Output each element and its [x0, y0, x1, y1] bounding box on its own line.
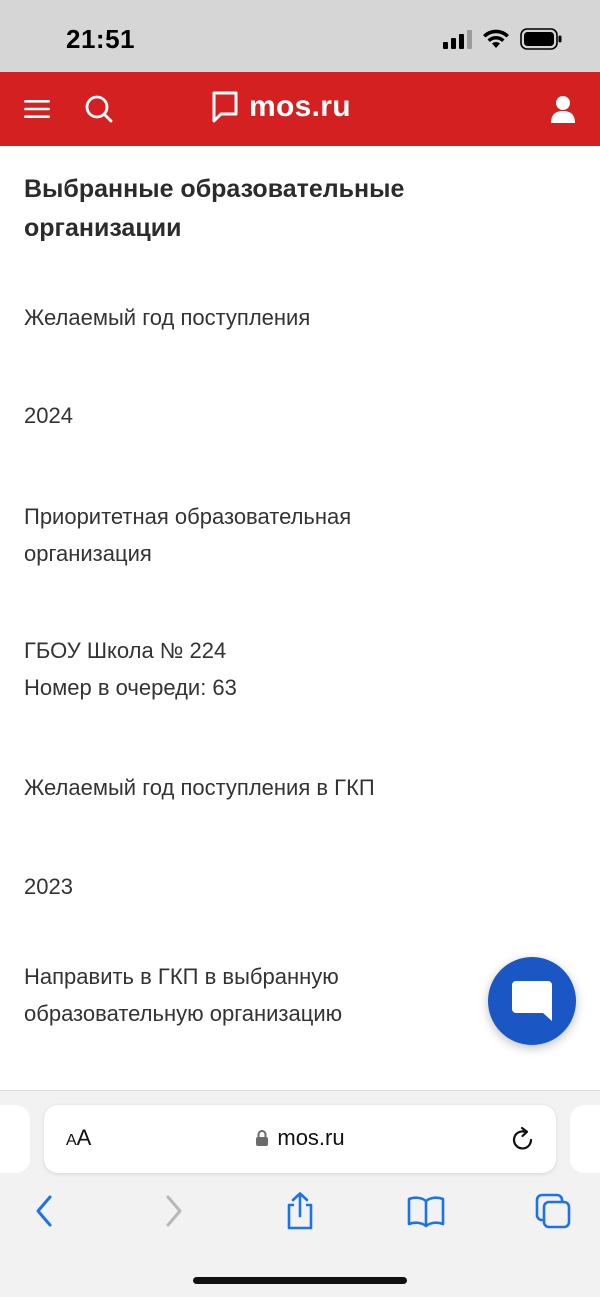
- field-label-priority-org: Приоритетная образовательная организация: [24, 504, 352, 566]
- search-icon[interactable]: [84, 92, 114, 126]
- site-logo[interactable]: mos.ru: [211, 90, 351, 124]
- status-time: 21:51: [66, 24, 135, 54]
- cellular-signal-icon: [443, 29, 472, 49]
- back-icon: [36, 1195, 52, 1227]
- previous-tab-peek[interactable]: [0, 1105, 30, 1173]
- url-text: mos.ru: [277, 1125, 345, 1150]
- status-bar: 21:51: [0, 0, 600, 72]
- field-value-entry-year: 2024: [24, 403, 73, 428]
- battery-icon: [520, 28, 562, 50]
- url-display[interactable]: mos.ru: [44, 1125, 556, 1151]
- next-tab-peek[interactable]: [570, 1105, 600, 1173]
- share-button[interactable]: [278, 1189, 322, 1233]
- field-label-gkp-year: Желаемый год поступления в ГКП: [24, 775, 375, 800]
- bookmarks-icon: [407, 1196, 445, 1228]
- forward-icon: [166, 1195, 182, 1227]
- field-value-queue-number: Номер в очереди: 63: [24, 675, 237, 700]
- lock-icon: [256, 1130, 269, 1146]
- browser-nav-row: [0, 1189, 600, 1239]
- status-icons: [443, 28, 562, 50]
- field-label-gkp-direction: Направить в ГКП в выбранную образователь…: [24, 964, 343, 1026]
- address-bar[interactable]: AA mos.ru: [44, 1105, 556, 1173]
- back-button[interactable]: [22, 1189, 66, 1233]
- wifi-icon: [483, 29, 509, 48]
- forward-button[interactable]: [152, 1189, 196, 1233]
- share-icon: [287, 1192, 313, 1230]
- logo-icon: [212, 91, 238, 123]
- chat-button[interactable]: [488, 957, 576, 1045]
- user-icon[interactable]: [550, 94, 576, 124]
- reload-icon[interactable]: [510, 1125, 536, 1153]
- menu-icon[interactable]: [22, 94, 52, 124]
- logo-text: mos.ru: [249, 90, 351, 123]
- field-value-gkp-year: 2023: [24, 874, 73, 899]
- page-title: Выбранные образовательные организации: [24, 175, 405, 242]
- site-header: mos.ru: [0, 72, 600, 146]
- tabs-icon: [535, 1193, 571, 1229]
- home-indicator: [193, 1277, 407, 1284]
- browser-toolbar: AA mos.ru: [0, 1090, 600, 1297]
- chat-icon: [512, 981, 552, 1021]
- field-label-entry-year: Желаемый год поступления: [24, 305, 311, 330]
- tabs-button[interactable]: [532, 1189, 576, 1233]
- field-value-school: ГБОУ Школа № 224: [24, 638, 227, 663]
- bookmarks-button[interactable]: [404, 1189, 448, 1233]
